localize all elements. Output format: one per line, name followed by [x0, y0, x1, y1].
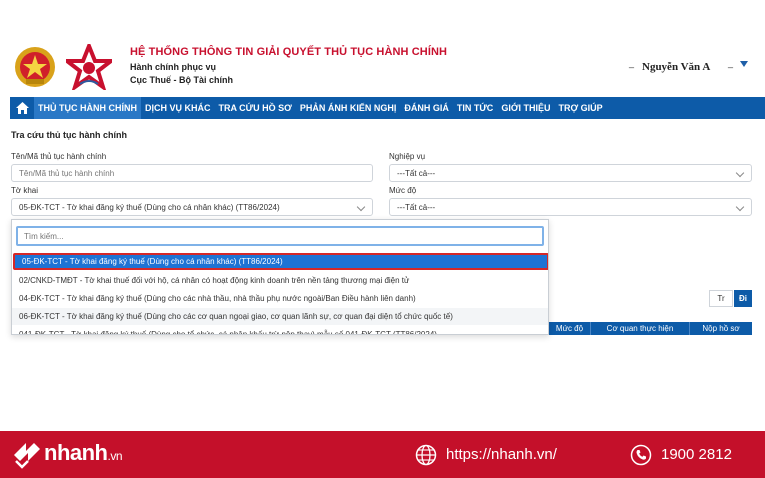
- dropdown-option[interactable]: 02/CNKD-TMĐT - Tờ khai thuế đối với hộ, …: [12, 272, 548, 289]
- column-header-agency: Cơ quan thực hiện: [591, 322, 690, 335]
- prev-page-button[interactable]: Tr: [709, 290, 733, 307]
- tax-form-select[interactable]: 05-ĐK-TCT - Tờ khai đăng ký thuế (Dùng c…: [11, 198, 373, 216]
- nav-item-gioi-thieu[interactable]: GIỚI THIỆU: [497, 97, 554, 119]
- dropdown-search-input[interactable]: [16, 226, 544, 246]
- brand-name-main: nhanh: [44, 440, 108, 465]
- nav-item-thu-tuc-hanh-chinh[interactable]: THỦ TỤC HÀNH CHÍNH: [34, 97, 141, 119]
- page: HỆ THỐNG THÔNG TIN GIẢI QUYẾT THỦ TỤC HÀ…: [0, 0, 765, 478]
- brand-name-suffix: .vn: [107, 449, 123, 463]
- tax-department-logo-icon: [66, 44, 112, 90]
- service-select-value: ---Tất cả---: [397, 168, 436, 178]
- level-select-value: ---Tất cả---: [397, 202, 436, 212]
- chevron-down-icon: [735, 168, 745, 178]
- tax-form-label: Tờ khai: [11, 186, 39, 195]
- home-icon[interactable]: [10, 97, 34, 119]
- national-emblem-icon: [15, 47, 55, 87]
- nav-item-phan-anh-kien-nghi[interactable]: PHẢN ÁNH KIẾN NGHỊ: [296, 97, 401, 119]
- section-title: Tra cứu thủ tục hành chính: [11, 130, 128, 140]
- dropdown-option[interactable]: 04-ĐK-TCT - Tờ khai đăng ký thuế (Dùng c…: [12, 290, 548, 307]
- column-header-level: Mức độ: [549, 322, 591, 335]
- nav-item-tra-cuu-ho-so[interactable]: TRA CỨU HỒ SƠ: [215, 97, 296, 119]
- procedure-name-label: Tên/Mã thủ tục hành chính: [11, 152, 107, 161]
- column-header-submit: Nộp hồ sơ: [702, 324, 740, 333]
- globe-icon: [415, 444, 437, 466]
- brand-name: nhanh.vn: [44, 440, 122, 466]
- results-table-header: Mức độ Cơ quan thực hiện Nộp hồ sơ: [549, 322, 752, 335]
- main-nav: THỦ TỤC HÀNH CHÍNH DỊCH VỤ KHÁC TRA CỨU …: [10, 97, 765, 119]
- chevron-down-icon: [735, 202, 745, 212]
- user-separator-2: _: [728, 58, 734, 68]
- user-menu-caret-icon[interactable]: [740, 61, 748, 67]
- site-header: HỆ THỐNG THÔNG TIN GIẢI QUYẾT THỦ TỤC HÀ…: [0, 36, 765, 96]
- tax-form-dropdown: 05-ĐK-TCT - Tờ khai đăng ký thuế (Dùng c…: [11, 219, 549, 335]
- hotline-number[interactable]: 1900 2812: [661, 446, 732, 463]
- system-title: HỆ THỐNG THÔNG TIN GIẢI QUYẾT THỦ TỤC HÀ…: [130, 46, 448, 58]
- system-subtitle: Hành chính phục vụ: [130, 62, 217, 72]
- chevron-down-icon: [356, 202, 366, 212]
- nav-item-tin-tuc[interactable]: TIN TỨC: [453, 97, 497, 119]
- service-label: Nghiệp vụ: [389, 152, 426, 161]
- dropdown-option[interactable]: 041-ĐK-TCT - Tờ khai đăng ký thuế (Dùng …: [12, 326, 548, 334]
- service-select[interactable]: ---Tất cả---: [389, 164, 752, 182]
- level-label: Mức độ: [389, 186, 417, 195]
- website-link[interactable]: https://nhanh.vn/: [446, 446, 557, 463]
- nav-item-dich-vu-khac[interactable]: DỊCH VỤ KHÁC: [141, 97, 215, 119]
- next-page-button[interactable]: Đi: [734, 290, 752, 307]
- nav-item-danh-gia[interactable]: ĐÁNH GIÁ: [400, 97, 453, 119]
- phone-icon: [630, 444, 652, 466]
- dropdown-option-selected[interactable]: 05-ĐK-TCT - Tờ khai đăng ký thuế (Dùng c…: [13, 253, 548, 270]
- nhanh-logo-icon: [14, 443, 40, 469]
- user-separator: _: [629, 58, 635, 68]
- footer-banner: nhanh.vn https://nhanh.vn/ 1900 2812: [0, 431, 765, 478]
- level-select[interactable]: ---Tất cả---: [389, 198, 752, 216]
- user-name[interactable]: Nguyễn Văn A: [642, 61, 710, 73]
- procedure-name-input[interactable]: [11, 164, 373, 182]
- dropdown-option[interactable]: 06-ĐK-TCT - Tờ khai đăng ký thuế (Dùng c…: [12, 308, 548, 325]
- nav-item-tro-giup[interactable]: TRỢ GIÚP: [555, 97, 607, 119]
- tax-form-select-value: 05-ĐK-TCT - Tờ khai đăng ký thuế (Dùng c…: [19, 202, 280, 212]
- agency-name: Cục Thuế - Bộ Tài chính: [130, 75, 233, 85]
